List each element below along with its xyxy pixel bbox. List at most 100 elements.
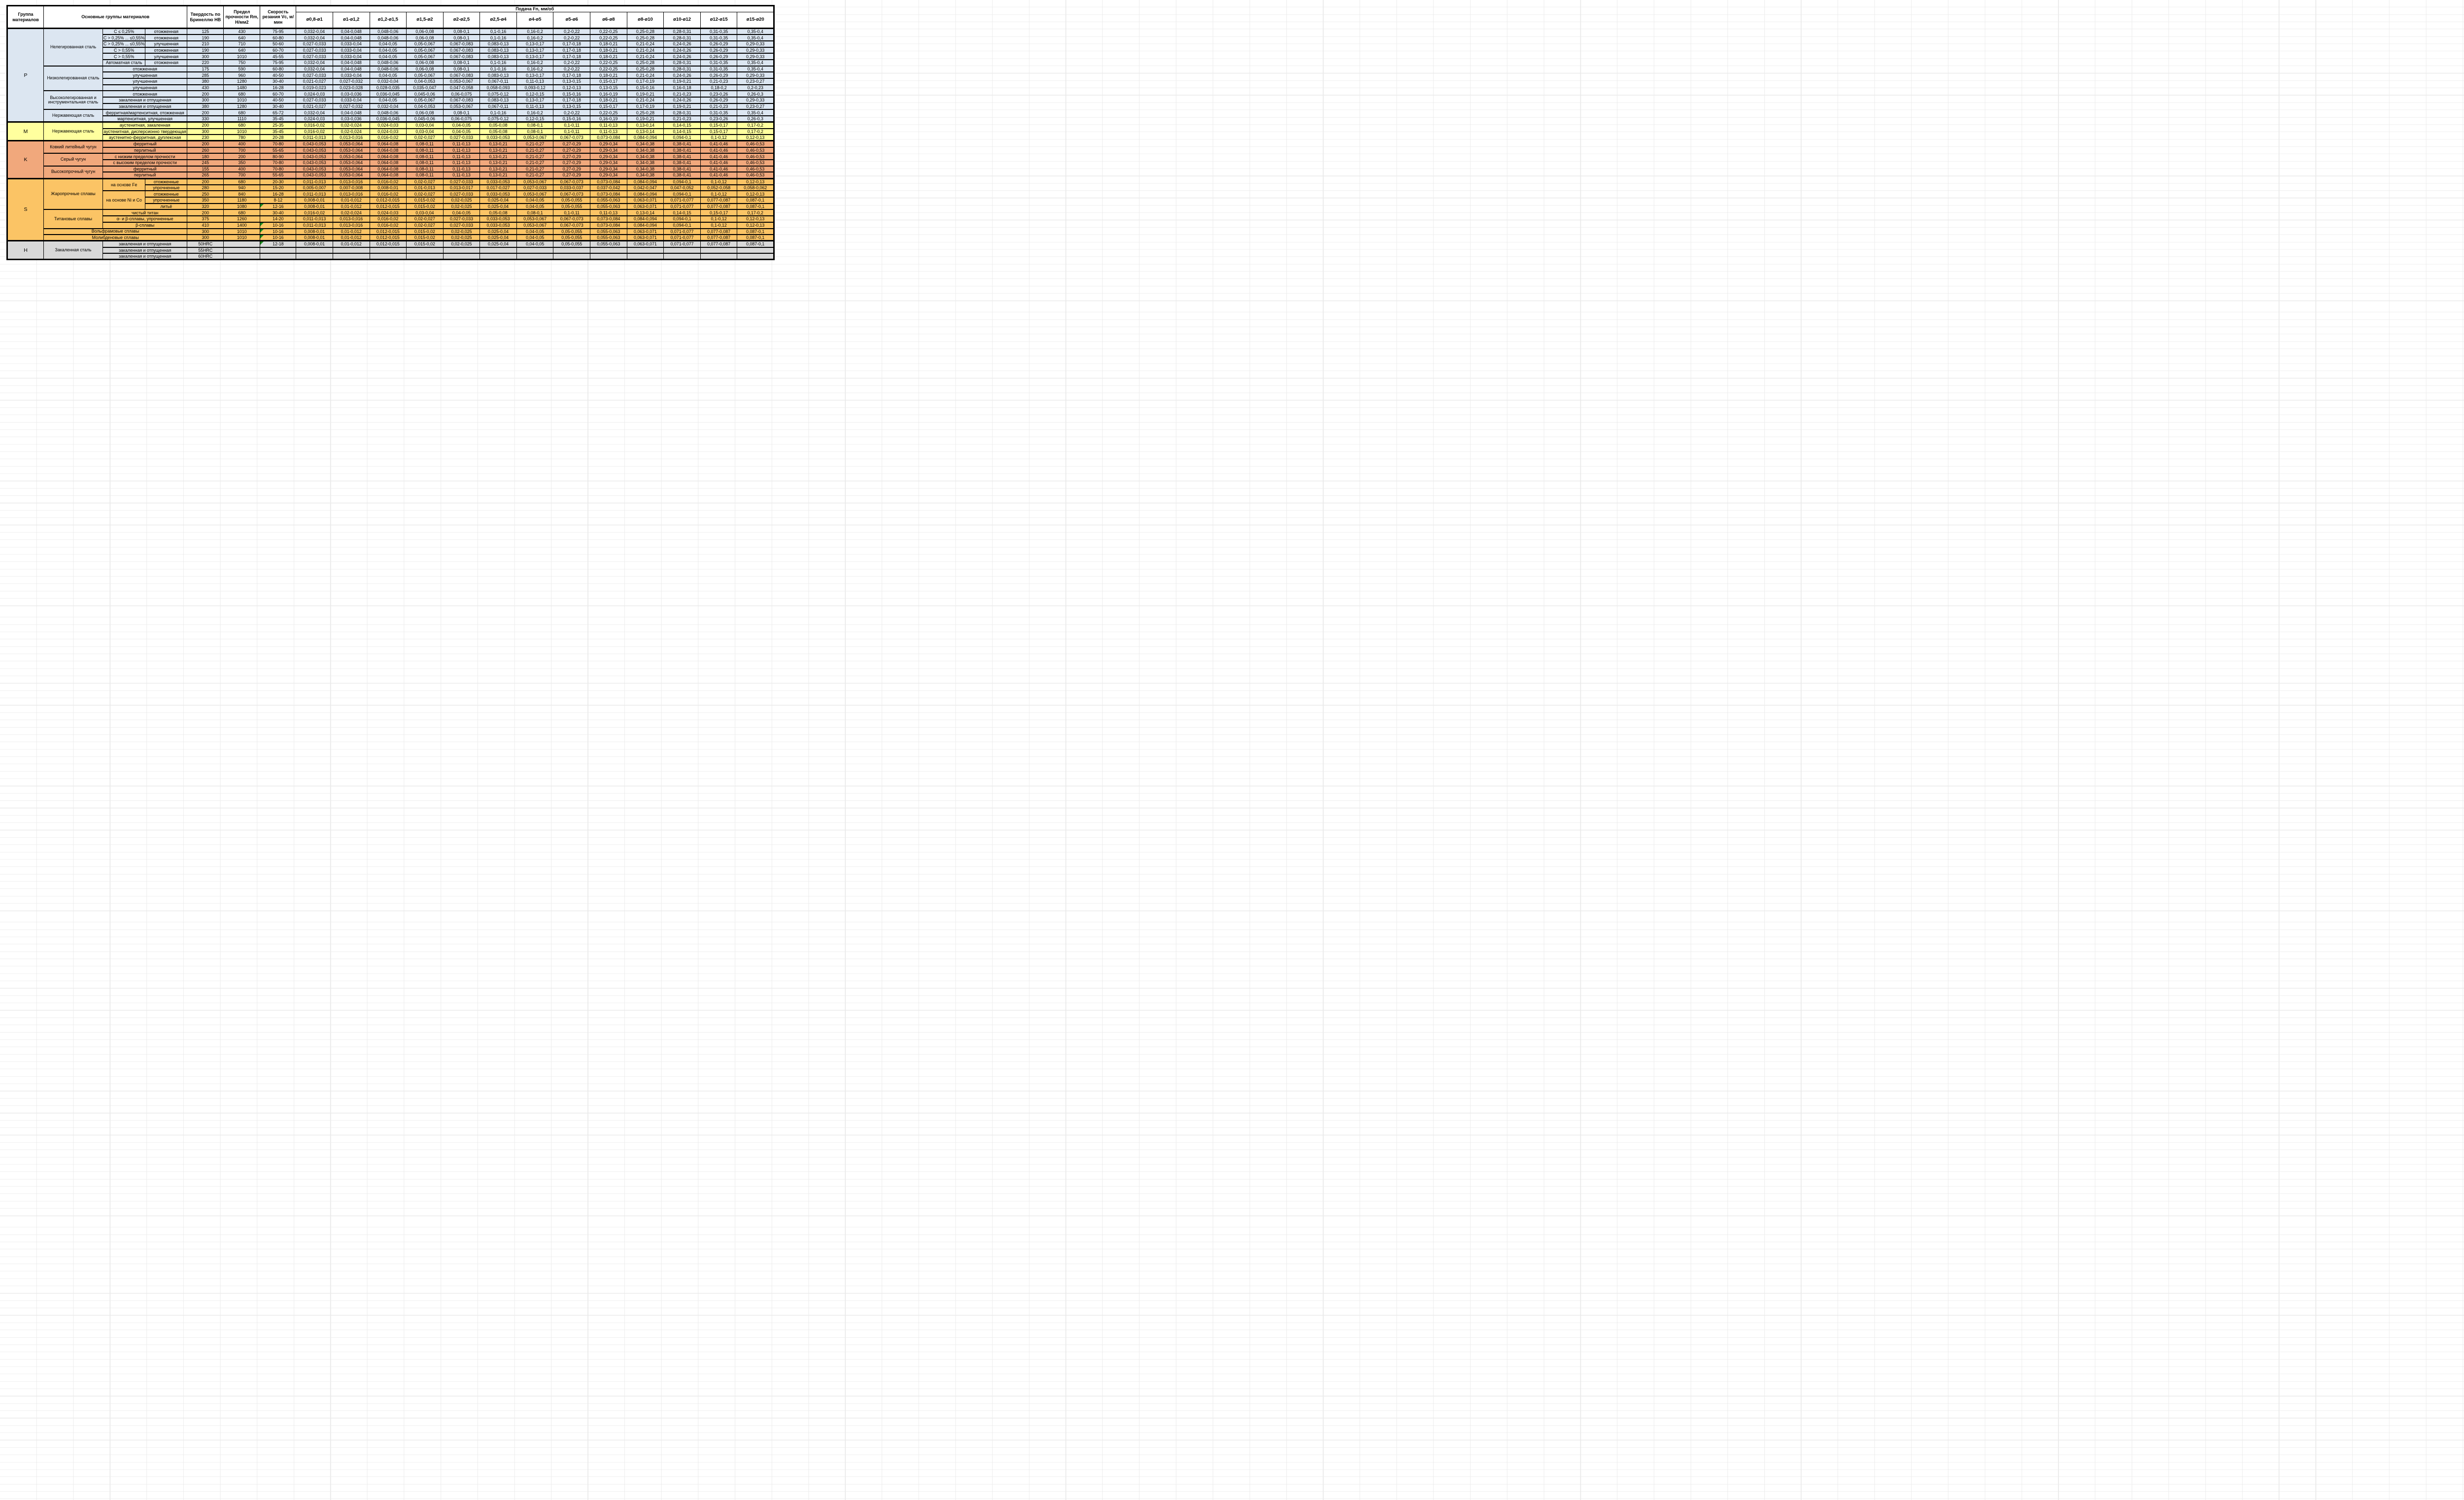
feed-value-cell[interactable]	[700, 247, 737, 254]
cutting-speed-vc-cell[interactable]	[260, 247, 296, 254]
feed-value-cell[interactable]: 0,013-0,017	[443, 185, 480, 191]
feed-value-cell[interactable]: 0,084-0,094	[627, 135, 664, 141]
header-feed-diameter[interactable]: ø8-ø10	[627, 12, 664, 29]
material-name-cell[interactable]: Нержавеющая сталь	[44, 109, 103, 122]
feed-value-cell[interactable]: 0,2-0,22	[553, 29, 590, 35]
feed-value-cell[interactable]: 0,011-0,013	[296, 178, 333, 185]
feed-value-cell[interactable]: 0,21-0,27	[516, 147, 553, 154]
feed-value-cell[interactable]: 0,21-0,23	[664, 91, 701, 97]
material-subtype-cell[interactable]: перлитный	[103, 172, 187, 178]
feed-value-cell[interactable]: 0,063-0,071	[627, 235, 664, 241]
feed-value-cell[interactable]: 0,08-0,1	[443, 66, 480, 72]
feed-value-cell[interactable]: 0,21-0,23	[664, 116, 701, 122]
feed-value-cell[interactable]: 0,043-0,053	[296, 153, 333, 160]
feed-value-cell[interactable]	[664, 247, 701, 254]
cutting-speed-vc-cell[interactable]: 30-40	[260, 209, 296, 216]
feed-value-cell[interactable]: 0,027-0,033	[443, 222, 480, 229]
feed-value-cell[interactable]: 0,064-0,08	[370, 160, 407, 166]
feed-value-cell[interactable]: 0,053-0,067	[516, 216, 553, 222]
cutting-speed-vc-cell[interactable]: 20-30	[260, 178, 296, 185]
strength-rm-cell[interactable]: 350	[224, 160, 260, 166]
feed-value-cell[interactable]: 0,13-0,21	[480, 172, 517, 178]
strength-rm-cell[interactable]: 400	[224, 166, 260, 172]
feed-value-cell[interactable]: 0,16-0,2	[516, 66, 553, 72]
feed-value-cell[interactable]	[443, 247, 480, 254]
feed-value-cell[interactable]: 0,012-0,015	[370, 197, 407, 204]
feed-value-cell[interactable]: 0,2-0,22	[553, 34, 590, 41]
feed-value-cell[interactable]: 0,13-0,15	[590, 85, 627, 91]
feed-value-cell[interactable]: 0,077-0,087	[700, 235, 737, 241]
feed-value-cell[interactable]	[737, 247, 774, 254]
hardness-hb-cell[interactable]: 210	[187, 41, 224, 47]
feed-value-cell[interactable]: 0,024-0,03	[370, 122, 407, 129]
feed-value-cell[interactable]: 0,29-0,33	[737, 41, 774, 47]
feed-value-cell[interactable]: 0,025-0,04	[480, 235, 517, 241]
feed-value-cell[interactable]: 0,032-0,04	[296, 109, 333, 116]
feed-value-cell[interactable]: 0,21-0,24	[627, 53, 664, 60]
header-feed-title[interactable]: Подача Fn, мм/об	[296, 6, 774, 12]
feed-value-cell[interactable]: 0,04-0,048	[333, 29, 370, 35]
feed-value-cell[interactable]: 0,1-0,12	[700, 178, 737, 185]
feed-value-cell[interactable]: 0,027-0,033	[443, 135, 480, 141]
feed-value-cell[interactable]: 0,1-0,11	[553, 209, 590, 216]
feed-value-cell[interactable]: 0,12-0,13	[737, 222, 774, 229]
feed-value-cell[interactable]: 0,03-0,036	[333, 116, 370, 122]
strength-rm-cell[interactable]: 1010	[224, 53, 260, 60]
feed-value-cell[interactable]	[296, 253, 333, 260]
header-feed-diameter[interactable]: ø12-ø15	[700, 12, 737, 29]
feed-value-cell[interactable]: 0,063-0,071	[627, 197, 664, 204]
cutting-speed-vc-cell-with-marker[interactable]: 10-16	[260, 222, 296, 229]
feed-value-cell[interactable]: 0,1-0,12	[700, 191, 737, 197]
cutting-speed-vc-cell[interactable]: 55-65	[260, 172, 296, 178]
feed-value-cell[interactable]: 0,16-0,2	[516, 29, 553, 35]
feed-value-cell[interactable]	[553, 247, 590, 254]
cutting-speed-vc-cell[interactable]: 16-28	[260, 85, 296, 91]
feed-value-cell[interactable]: 0,15-0,16	[553, 116, 590, 122]
feed-value-cell[interactable]: 0,12-0,13	[737, 191, 774, 197]
material-subtype-cell[interactable]: закаленная и отпущенная	[103, 247, 187, 254]
feed-value-cell[interactable]: 0,008-0,01	[370, 185, 407, 191]
strength-rm-cell[interactable]: 640	[224, 34, 260, 41]
cutting-speed-vc-cell[interactable]: 30-40	[260, 78, 296, 85]
strength-rm-cell[interactable]: 1260	[224, 216, 260, 222]
feed-value-cell[interactable]: 0,067-0,083	[443, 53, 480, 60]
feed-value-cell[interactable]: 0,083-0,13	[480, 41, 517, 47]
feed-value-cell[interactable]: 0,2-0,22	[553, 66, 590, 72]
feed-value-cell[interactable]: 0,15-0,17	[700, 122, 737, 129]
feed-value-cell[interactable]: 0,11-0,13	[590, 209, 627, 216]
feed-value-cell[interactable]: 0,02-0,025	[443, 204, 480, 210]
feed-value-cell[interactable]: 0,06-0,075	[443, 116, 480, 122]
feed-value-cell[interactable]: 0,12-0,13	[737, 178, 774, 185]
material-subtype-cell[interactable]: закаленная и отпущенная	[103, 97, 187, 103]
feed-value-cell[interactable]: 0,058-0,093	[480, 85, 517, 91]
feed-value-cell[interactable]: 0,027-0,033	[296, 53, 333, 60]
feed-value-cell[interactable]: 0,1-0,11	[553, 129, 590, 135]
feed-value-cell[interactable]: 0,071-0,077	[664, 229, 701, 235]
feed-value-cell[interactable]: 0,26-0,29	[700, 53, 737, 60]
feed-value-cell[interactable]: 0,032-0,04	[296, 66, 333, 72]
material-subtype-cell[interactable]: отожженная	[145, 60, 187, 66]
hardness-hb-cell[interactable]: 430	[187, 85, 224, 91]
feed-value-cell[interactable]: 0,032-0,04	[296, 29, 333, 35]
feed-value-cell[interactable]: 0,008-0,01	[296, 229, 333, 235]
material-subtype-cell[interactable]: на основе Ni и Co	[103, 191, 145, 209]
header-feed-diameter[interactable]: ø6-ø8	[590, 12, 627, 29]
material-subtype-cell[interactable]: Автоматная сталь	[103, 60, 145, 66]
strength-rm-cell[interactable]: 680	[224, 109, 260, 116]
feed-value-cell[interactable]: 0,25-0,28	[627, 60, 664, 66]
feed-value-cell[interactable]: 0,34-0,38	[627, 160, 664, 166]
feed-value-cell[interactable]: 0,02-0,027	[407, 178, 444, 185]
feed-value-cell[interactable]: 0,1-0,16	[480, 66, 517, 72]
feed-value-cell[interactable]: 0,019-0,023	[296, 85, 333, 91]
feed-value-cell[interactable]: 0,26-0,3	[737, 116, 774, 122]
strength-rm-cell[interactable]: 1010	[224, 235, 260, 241]
cutting-speed-vc-cell[interactable]: 15-20	[260, 185, 296, 191]
feed-value-cell[interactable]: 0,38-0,41	[664, 147, 701, 154]
group-letter-cell[interactable]: K	[7, 141, 44, 178]
feed-value-cell[interactable]	[480, 247, 517, 254]
feed-value-cell[interactable]	[370, 253, 407, 260]
feed-value-cell[interactable]: 0,04-0,05	[443, 209, 480, 216]
feed-value-cell[interactable]: 0,03-0,04	[407, 129, 444, 135]
feed-value-cell[interactable]: 0,05-0,055	[553, 197, 590, 204]
feed-value-cell[interactable]: 0,29-0,33	[737, 53, 774, 60]
